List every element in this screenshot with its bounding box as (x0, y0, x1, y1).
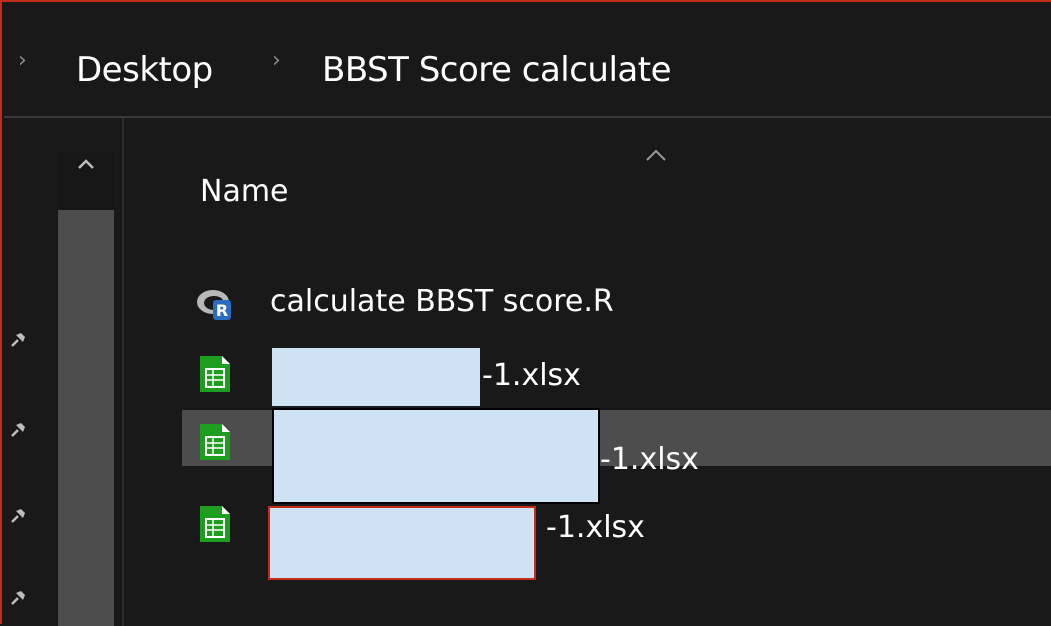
file-row-selected[interactable]: -1.xlsx (182, 408, 1051, 504)
redacted-filename-block (272, 348, 480, 406)
redacted-filename-block (272, 408, 600, 504)
svg-text:R: R (216, 301, 228, 320)
address-bar[interactable]: › Desktop › BBST Score calculate (4, 4, 1051, 118)
chevron-right-icon[interactable]: › (18, 50, 27, 72)
navigation-pane (4, 118, 124, 626)
spreadsheet-icon (200, 506, 230, 542)
explorer-window: › Desktop › BBST Score calculate Name R … (0, 0, 1051, 626)
pin-icon (11, 423, 25, 437)
file-name: -1.xlsx (600, 442, 699, 477)
nav-scrollbar-thumb[interactable] (58, 210, 114, 626)
r-script-icon: R (197, 290, 231, 320)
pin-icon (11, 509, 25, 523)
file-row[interactable]: -1.xlsx (182, 344, 1051, 406)
file-row[interactable]: R calculate BBST score.R (182, 274, 1051, 330)
file-row[interactable]: -1.xlsx (182, 502, 1051, 580)
file-name: calculate BBST score.R (270, 284, 614, 319)
breadcrumb-item-desktop[interactable]: Desktop (76, 48, 213, 92)
redacted-filename-block (268, 506, 536, 580)
scroll-up-icon[interactable] (74, 152, 98, 176)
file-list-pane: Name R calculate BBST score.R -1.xlsx -1… (124, 118, 1051, 626)
column-header-name[interactable]: Name (200, 172, 289, 212)
content-area: Name R calculate BBST score.R -1.xlsx -1… (4, 118, 1051, 626)
sort-ascending-icon (646, 149, 666, 161)
spreadsheet-icon (200, 356, 230, 392)
file-name: -1.xlsx (482, 358, 581, 393)
pin-icon (11, 333, 25, 347)
file-name: -1.xlsx (546, 510, 645, 545)
breadcrumb-item-current-folder[interactable]: BBST Score calculate (322, 48, 672, 92)
pin-icon (11, 591, 25, 605)
spreadsheet-icon (200, 424, 230, 460)
chevron-right-icon[interactable]: › (272, 50, 281, 72)
